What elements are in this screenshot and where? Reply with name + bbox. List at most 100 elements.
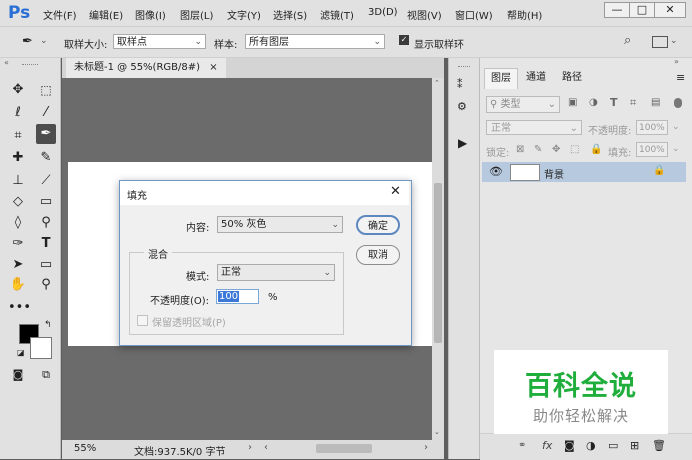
dodge-tool-icon[interactable]: ⚲ [36,213,56,233]
opacity-input[interactable]: 100 [216,289,259,304]
opacity-field[interactable]: 100% [636,120,668,135]
delete-layer-icon[interactable]: 🗑 [652,439,666,452]
adjustment-layer-icon[interactable]: ◑ [586,439,596,452]
move-tool-icon[interactable]: ✥ [8,80,28,100]
chevron-down-icon[interactable]: ⌄ [672,144,680,154]
scroll-down-icon[interactable]: ⌄ [434,428,440,436]
fill-field[interactable]: 100% [636,142,668,157]
scroll-left-icon[interactable]: ‹ [264,442,268,453]
filter-shape-icon[interactable]: ⌗ [630,96,636,110]
crop-tool-icon[interactable]: ⌗ [8,126,28,146]
screen-mode-icon[interactable]: ⧉ [36,365,56,385]
eraser-tool-icon[interactable]: ◇ [8,192,28,212]
maximize-button[interactable]: □ [629,2,655,18]
chevron-down-icon[interactable]: ⌄ [40,36,48,46]
visibility-eye-icon[interactable]: 👁 [489,165,503,178]
document-tab[interactable]: 未标题-1 @ 55%(RGB/8#) × [66,58,226,78]
cancel-button[interactable]: 取消 [356,245,400,265]
layer-mask-icon[interactable]: ◙ [564,439,575,452]
zoom-tool-icon[interactable]: ⚲ [36,275,56,295]
chevron-down-icon[interactable]: ⌄ [672,122,680,132]
filter-toggle[interactable] [674,98,682,108]
vertical-scroll-thumb[interactable] [434,183,442,343]
tab-channels[interactable]: 通道 [520,68,552,88]
lock-all-icon[interactable]: 🔒 [590,144,602,155]
layer-filter-select[interactable]: ⚲ 类型 ⌄ [486,96,560,113]
path-selection-tool-icon[interactable]: ➤ [8,255,28,275]
menu-image[interactable]: 图像(I) [135,7,166,22]
type-tool-icon[interactable]: T [36,234,56,254]
chevron-down-icon[interactable]: ⌄ [670,36,678,46]
menu-file[interactable]: 文件(F) [43,7,77,22]
scroll-right-icon[interactable]: › [424,442,428,453]
link-layers-icon[interactable]: ⚭ [518,440,526,451]
workspace-icon[interactable] [652,36,668,48]
menu-view[interactable]: 视图(V) [407,7,442,22]
tab-close-icon[interactable]: × [209,62,217,73]
preserve-transparency-checkbox[interactable] [137,315,148,326]
menu-edit[interactable]: 编辑(E) [89,7,123,22]
pen-tool-icon[interactable]: ✑ [8,234,28,254]
mode-select[interactable]: 正常 ⌄ [217,264,335,281]
fx-icon[interactable]: fx [542,439,552,452]
swap-colors-icon[interactable]: ↰ [44,320,52,330]
default-colors-icon[interactable]: ◪ [17,348,25,357]
filter-adjustment-icon[interactable]: ◑ [589,97,598,108]
layer-name[interactable]: 背景 [544,166,564,181]
magic-wand-tool-icon[interactable]: ⁄ [36,103,56,123]
lasso-tool-icon[interactable]: ℓ [8,103,28,123]
menu-3d[interactable]: 3D(D) [368,7,398,18]
close-button[interactable]: ✕ [654,2,686,18]
lock-image-icon[interactable]: ✎ [534,144,542,155]
horizontal-scroll-thumb[interactable] [316,444,372,453]
menu-type[interactable]: 文字(Y) [227,7,261,22]
zoom-level[interactable]: 55% [74,443,96,454]
sample-select[interactable]: 所有图层 ⌄ [245,34,385,49]
fill-dialog-titlebar[interactable]: 填充 ✕ [120,181,409,205]
lock-position-icon[interactable]: ✥ [552,144,560,155]
new-layer-icon[interactable]: ⊞ [630,439,639,452]
blur-tool-icon[interactable]: ◊ [8,213,28,233]
lock-artboard-icon[interactable]: ⬚ [570,144,579,155]
more-tools-icon[interactable]: ••• [8,298,31,318]
menu-filter[interactable]: 滤镜(T) [320,7,354,22]
healing-brush-tool-icon[interactable]: ✚ [8,148,28,168]
minimize-button[interactable]: — [604,2,630,18]
properties-panel-icon[interactable]: ⚙ [457,100,467,113]
search-icon[interactable]: ⌕ [624,33,631,48]
show-ring-checkbox[interactable]: ✓ [399,35,409,45]
filter-smart-object-icon[interactable]: ▤ [651,97,660,108]
menu-help[interactable]: 帮助(H) [507,7,542,22]
brush-tool-icon[interactable]: ✎ [36,148,56,168]
history-panel-icon[interactable]: ⁑ [457,78,463,91]
content-select[interactable]: 50% 灰色 ⌄ [217,216,343,233]
eyedropper-tool-preset-icon[interactable]: ✒ [22,34,33,49]
layer-row-background[interactable]: 👁 背景 🔒 [482,162,686,182]
history-brush-tool-icon[interactable]: ⟋ [36,171,56,191]
sample-size-select[interactable]: 取样点 ⌄ [113,34,206,49]
panel-menu-icon[interactable]: ≡ [676,71,685,84]
background-color-swatch[interactable] [30,337,52,359]
menu-layer[interactable]: 图层(L) [180,7,213,22]
filter-type-icon[interactable]: T [610,96,618,109]
clone-stamp-tool-icon[interactable]: ⊥ [8,171,28,191]
tab-layers[interactable]: 图层 [484,68,518,89]
filter-pixel-icon[interactable]: ▣ [568,97,577,108]
lock-transparent-icon[interactable]: ⊠ [516,144,524,155]
marquee-tool-icon[interactable]: ⬚ [36,80,56,100]
menu-window[interactable]: 窗口(W) [455,7,493,22]
panel-grip[interactable] [22,64,38,67]
collapse-icon[interactable]: « [4,58,9,67]
panel-grip[interactable] [458,66,470,67]
hand-tool-icon[interactable]: ✋ [8,275,28,295]
collapse-icon[interactable]: » [674,57,679,66]
eyedropper-tool-icon[interactable]: ✒ [36,124,56,144]
ok-button[interactable]: 确定 [356,215,400,235]
dialog-close-icon[interactable]: ✕ [390,184,401,199]
new-group-icon[interactable]: ▭ [608,439,618,452]
gradient-tool-icon[interactable]: ▭ [36,192,56,212]
quick-mask-icon[interactable]: ◙ [8,365,28,385]
menu-select[interactable]: 选择(S) [273,7,307,22]
rectangle-tool-icon[interactable]: ▭ [36,255,56,275]
scroll-up-icon[interactable]: ⌃ [434,79,440,87]
